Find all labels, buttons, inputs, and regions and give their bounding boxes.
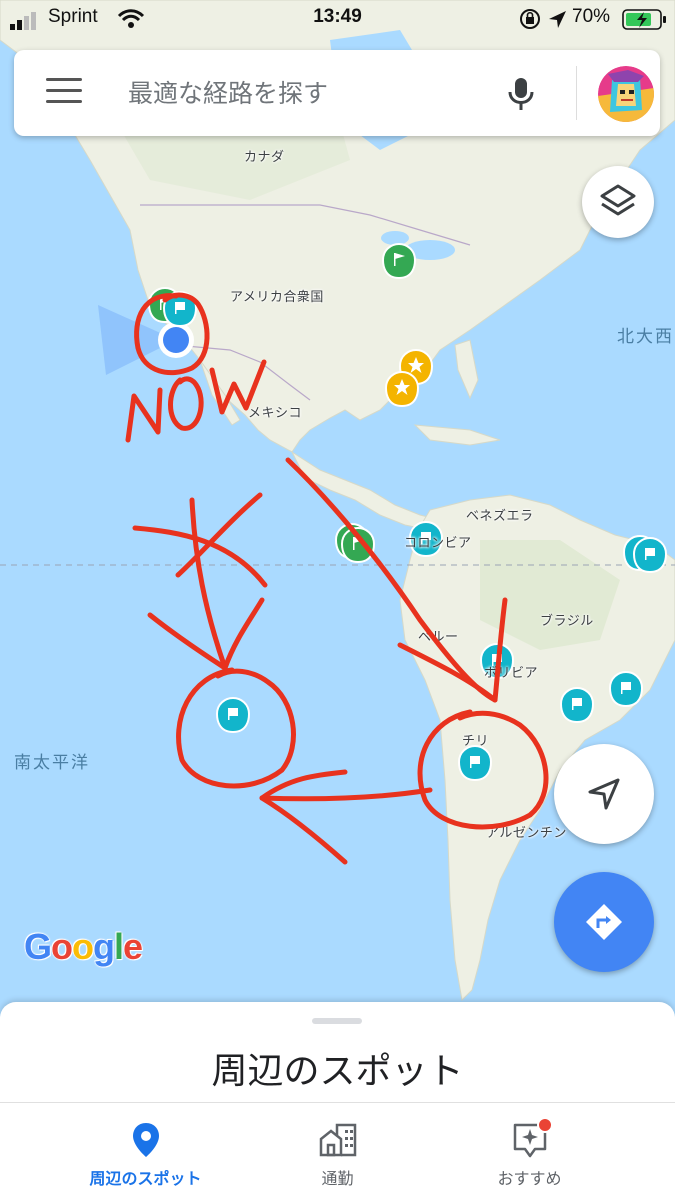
pin-teal-chile bbox=[458, 745, 492, 781]
label-chile: チリ bbox=[462, 734, 490, 749]
explore-bottom-sheet[interactable]: 周辺のスポット bbox=[0, 1002, 675, 1112]
location-pin-icon bbox=[133, 1123, 159, 1157]
layers-icon bbox=[600, 184, 636, 216]
microphone-icon[interactable] bbox=[502, 74, 540, 114]
sheet-title: 周辺のスポット bbox=[211, 1051, 464, 1092]
search-input[interactable] bbox=[128, 70, 488, 116]
sparkle-badge-icon bbox=[513, 1119, 551, 1158]
label-bolivia: ボリビア bbox=[484, 666, 539, 681]
label-mexico: メキシコ bbox=[248, 406, 303, 421]
search-divider bbox=[576, 66, 577, 120]
pin-teal-west-coast bbox=[163, 291, 197, 327]
battery-icon bbox=[622, 9, 666, 30]
battery-percentage: 70% bbox=[572, 6, 611, 27]
tab-for-you-label: おすすめ bbox=[497, 1169, 562, 1188]
pin-teal-brazil-s2 bbox=[609, 671, 643, 707]
pin-gold-2 bbox=[385, 371, 419, 407]
pin-teal-brazil-s1 bbox=[560, 687, 594, 723]
avatar[interactable] bbox=[598, 66, 654, 122]
label-north-atlantic: 北大西 bbox=[617, 327, 674, 347]
sheet-drag-handle[interactable] bbox=[312, 1018, 362, 1024]
layers-button[interactable] bbox=[582, 166, 654, 238]
status-bar: Sprint 13:49 70% bbox=[0, 0, 675, 40]
bottom-navigation: 周辺のスポット 通勤 おすすめ bbox=[0, 1102, 675, 1200]
commute-building-icon bbox=[319, 1123, 357, 1157]
notification-dot bbox=[537, 1119, 551, 1133]
label-brazil: ブラジル bbox=[540, 614, 594, 629]
label-venezuela: ベネズエラ bbox=[466, 509, 534, 524]
label-usa: アメリカ合衆国 bbox=[230, 290, 324, 305]
pin-green-galapagos-2 bbox=[341, 527, 375, 563]
google-logo: Google bbox=[24, 926, 143, 967]
directions-icon bbox=[586, 904, 622, 940]
orientation-lock-icon bbox=[520, 9, 540, 29]
hamburger-menu-icon[interactable] bbox=[46, 78, 82, 108]
pin-green-northeast bbox=[382, 243, 416, 279]
map-canvas[interactable]: カナダ アメリカ合衆国 メキシコ 北大西 ベネズエラ コロンビア ブラジル ペル… bbox=[0, 0, 675, 1010]
directions-button[interactable] bbox=[554, 872, 654, 972]
tab-for-you[interactable]: おすすめ bbox=[417, 1103, 642, 1200]
pin-teal-brazil-ne-2 bbox=[633, 537, 667, 573]
search-bar bbox=[14, 50, 660, 136]
map-pins bbox=[148, 243, 667, 781]
navigation-arrow-icon bbox=[588, 778, 620, 810]
label-peru: ペルー bbox=[418, 630, 459, 645]
location-arrow-icon bbox=[549, 11, 566, 28]
label-south-pacific: 南太平洋 bbox=[14, 753, 90, 773]
pin-teal-easter-island bbox=[216, 697, 250, 733]
label-colombia: コロンビア bbox=[404, 536, 472, 551]
my-location-button[interactable] bbox=[554, 744, 654, 844]
label-canada: カナダ bbox=[244, 150, 285, 165]
